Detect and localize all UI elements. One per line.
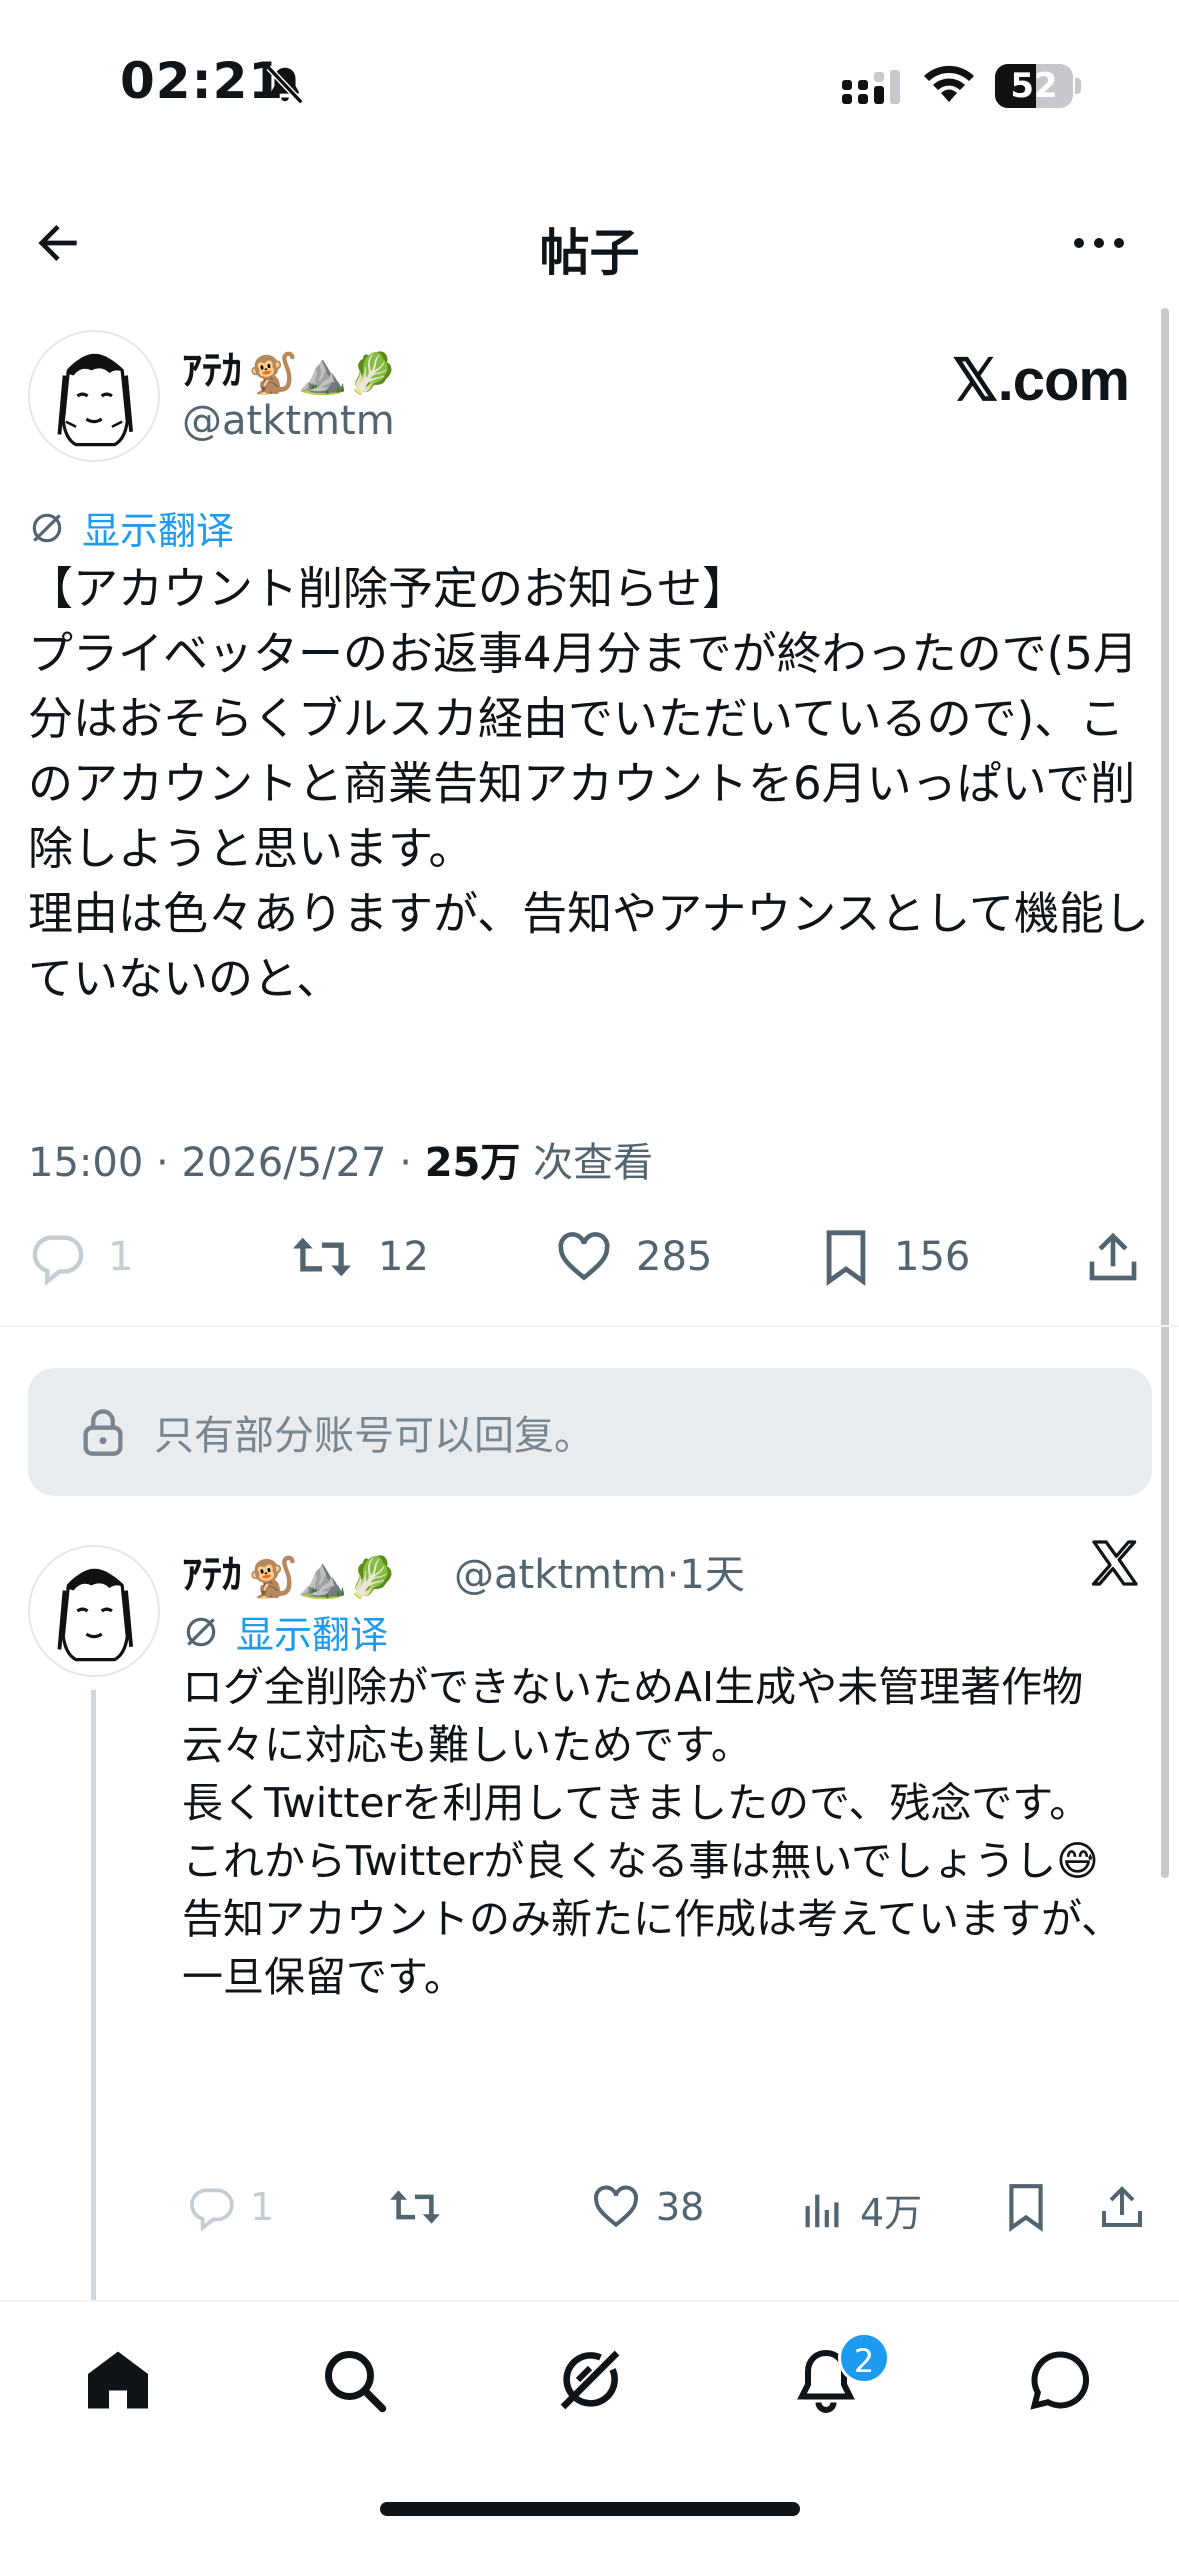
retweet-count: 12 <box>378 1234 429 1280</box>
battery-percent: 52 <box>1010 66 1058 106</box>
like-count: 285 <box>636 1234 713 1280</box>
user-handle[interactable]: @atktmtm <box>182 398 395 444</box>
bookmark-button[interactable]: 156 <box>820 1228 970 1286</box>
reply-tweet-text: ログ全削除ができないためAI生成や未管理著作物云々に対応も難しいためです。 長く… <box>182 1663 1123 2001</box>
retweet-icon <box>293 1237 351 1277</box>
name-emojis: 🐒⛰️🥬 <box>248 350 398 397</box>
reply-handle[interactable]: @atktmtm <box>454 1552 667 1598</box>
wifi-icon <box>924 65 974 102</box>
like-icon <box>558 1232 610 1281</box>
reply-count: 1 <box>108 1234 134 1280</box>
grok-icon[interactable] <box>554 2344 626 2416</box>
views-count: 25万 <box>424 1140 521 1186</box>
reply-share-button[interactable] <box>1098 2182 1146 2232</box>
views-icon <box>805 2194 839 2227</box>
like-button[interactable]: 285 <box>554 1228 712 1286</box>
top-bar: 帖子 <box>0 175 1179 310</box>
lock-icon <box>83 1409 123 1456</box>
reply-display-name-text: ｱﾃｶ <box>182 1552 242 1598</box>
divider <box>0 1325 1179 1327</box>
reply-like-count: 38 <box>656 2185 705 2229</box>
reply-sep: · <box>666 1552 680 1598</box>
reply-age: 1天 <box>679 1552 745 1598</box>
reply-restriction-text: 只有部分账号可以回复。 <box>154 1413 594 1459</box>
translate-label: 显示翻译 <box>82 509 235 553</box>
reply-translate-label: 显示翻译 <box>236 1613 389 1657</box>
retweet-icon <box>390 2190 440 2224</box>
x-logo-icon <box>1091 1540 1138 1586</box>
scroll-indicator[interactable] <box>1161 308 1169 1878</box>
status-bar: 02:21 52 <box>0 0 1179 175</box>
reply-icon <box>190 2188 234 2232</box>
bookmark-count: 156 <box>894 1234 971 1280</box>
reply-restriction-banner: 只有部分账号可以回复。 <box>28 1368 1152 1496</box>
home-icon[interactable] <box>82 2344 154 2416</box>
reply-name-emojis: 🐒⛰️🥬 <box>248 1554 398 1601</box>
translate-icon <box>32 513 62 542</box>
show-translation-link[interactable]: 显示翻译 <box>28 500 234 555</box>
messages-icon[interactable] <box>1024 2344 1096 2416</box>
tweet-date: 2026/5/27 <box>181 1140 387 1186</box>
reply-views-button[interactable]: 4万 <box>800 2182 922 2237</box>
reply-reply-button[interactable]: 1 <box>186 2182 274 2232</box>
home-indicator[interactable] <box>380 2502 800 2516</box>
avatar-drawing <box>57 1568 134 1662</box>
retweet-button[interactable]: 12 <box>288 1228 429 1286</box>
page-title: 帖子 <box>539 224 640 282</box>
reply-handle-line: @atktmtm·1天 <box>454 1542 745 1600</box>
bookmark-icon <box>1009 2184 1043 2232</box>
notifications-badge: 2 <box>838 2332 890 2384</box>
tweet-text: 【アカウント削除予定のお知らせ】 プライベッターのお返事4月分までが終わったので… <box>28 562 1149 1005</box>
reply-retweet-button[interactable] <box>386 2182 444 2232</box>
reply-like-button[interactable]: 38 <box>590 2182 704 2232</box>
reply-bookmark-button[interactable] <box>1004 2182 1048 2232</box>
reply-display-name[interactable]: ｱﾃｶ 🐒⛰️🥬 <box>182 1542 397 1601</box>
reply-icon <box>32 1235 84 1286</box>
reply-reply-count: 1 <box>250 2185 275 2229</box>
source-label: 𝕏.com <box>951 348 1130 413</box>
display-name-text: ｱﾃｶ <box>182 348 242 394</box>
more-icon[interactable] <box>1069 223 1129 263</box>
share-icon <box>1102 2186 1142 2227</box>
reply-views-count: 4万 <box>860 2191 923 2235</box>
avatar-drawing <box>57 353 134 447</box>
translate-icon <box>186 1617 216 1646</box>
bottom-nav: 2 <box>0 2300 1179 2556</box>
display-name[interactable]: ｱﾃｶ 🐒⛰️🥬 <box>182 338 397 397</box>
cellular-signal-icon <box>842 70 900 104</box>
tweet-meta: 15:00 · 2026/5/27 · 25万 次查看 <box>28 1140 654 1186</box>
status-time: 02:21 <box>120 52 285 110</box>
avatar[interactable] <box>28 330 160 462</box>
reply-show-translation-link[interactable]: 显示翻译 <box>182 1604 388 1659</box>
tweet-time: 15:00 <box>28 1140 144 1186</box>
reply-actions: 1 38 4万 <box>0 2178 1179 2242</box>
like-icon <box>594 2185 638 2228</box>
search-icon[interactable] <box>318 2344 390 2416</box>
reply-button[interactable]: 1 <box>28 1228 133 1286</box>
share-button[interactable] <box>1085 1228 1141 1286</box>
bookmark-icon <box>826 1230 866 1286</box>
views-label[interactable]: 次查看 <box>533 1140 653 1186</box>
tweet-actions: 1 12 285 156 <box>0 1222 1179 1292</box>
share-icon <box>1089 1232 1137 1281</box>
bell-off-icon <box>266 65 304 105</box>
reply-avatar[interactable] <box>28 1545 160 1677</box>
battery-indicator: 52 <box>995 64 1081 108</box>
